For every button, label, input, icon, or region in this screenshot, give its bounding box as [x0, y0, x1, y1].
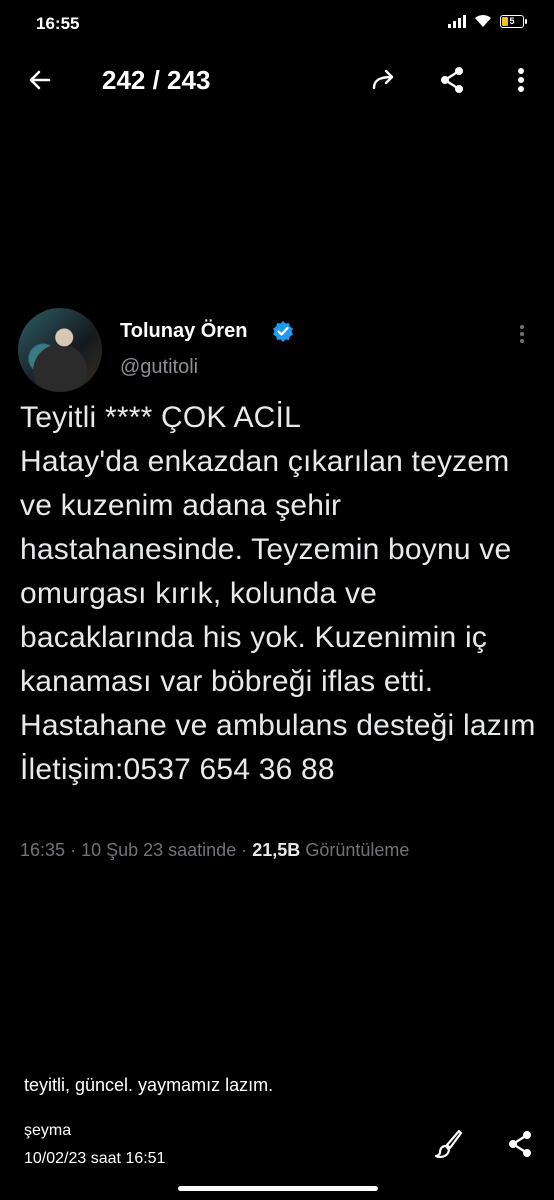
sender-timestamp: 10/02/23 saat 16:51 [24, 1150, 166, 1167]
meta-separator: · [241, 840, 248, 860]
status-icons: 5 [448, 14, 527, 28]
tweet-more-icon [514, 322, 530, 346]
tweet-meta: 16:35 · 10 Şub 23 saatinde · 21,5B Görün… [20, 840, 409, 861]
author-name: Tolunay Ören [120, 320, 248, 342]
status-bar: 16:55 5 [0, 0, 554, 50]
more-vertical-icon [518, 68, 524, 92]
media-counter: 242 / 243 [102, 65, 211, 95]
views-count: 21,5B [252, 840, 301, 860]
wifi-icon [475, 14, 491, 27]
avatar [18, 308, 102, 392]
battery-icon: 5 [500, 14, 527, 28]
top-toolbar: 242 / 243 [0, 52, 554, 108]
status-time: 16:55 [36, 14, 80, 33]
author-handle: @gutitoli [120, 356, 199, 378]
tweet-date: 10 Şub 23 saatinde [81, 840, 237, 860]
edit-button[interactable] [428, 1124, 468, 1164]
share-icon [509, 1131, 531, 1157]
edit-brush-icon [434, 1129, 463, 1158]
forward-button[interactable] [366, 62, 402, 98]
media-caption: teyitli, güncel. yaymamız lazım. [24, 1075, 274, 1095]
share-button-bottom[interactable] [500, 1124, 540, 1164]
signal-icon [448, 14, 466, 28]
sender-name: şeyma [24, 1122, 72, 1139]
more-options-button[interactable] [503, 62, 539, 98]
meta-separator: · [70, 840, 77, 860]
tweet-text: Teyitli **** ÇOK ACİL Hatay'da enkazdan … [20, 401, 536, 786]
views-label: Görüntüleme [305, 840, 410, 860]
share-icon [441, 67, 463, 93]
battery-level: 5 [509, 15, 515, 26]
back-button[interactable] [22, 62, 58, 98]
tweet-time: 16:35 [20, 840, 66, 860]
forward-icon [372, 69, 394, 90]
share-button[interactable] [434, 62, 470, 98]
home-indicator[interactable] [178, 1186, 378, 1191]
back-arrow-icon [29, 70, 51, 90]
verified-badge-icon [273, 321, 293, 342]
